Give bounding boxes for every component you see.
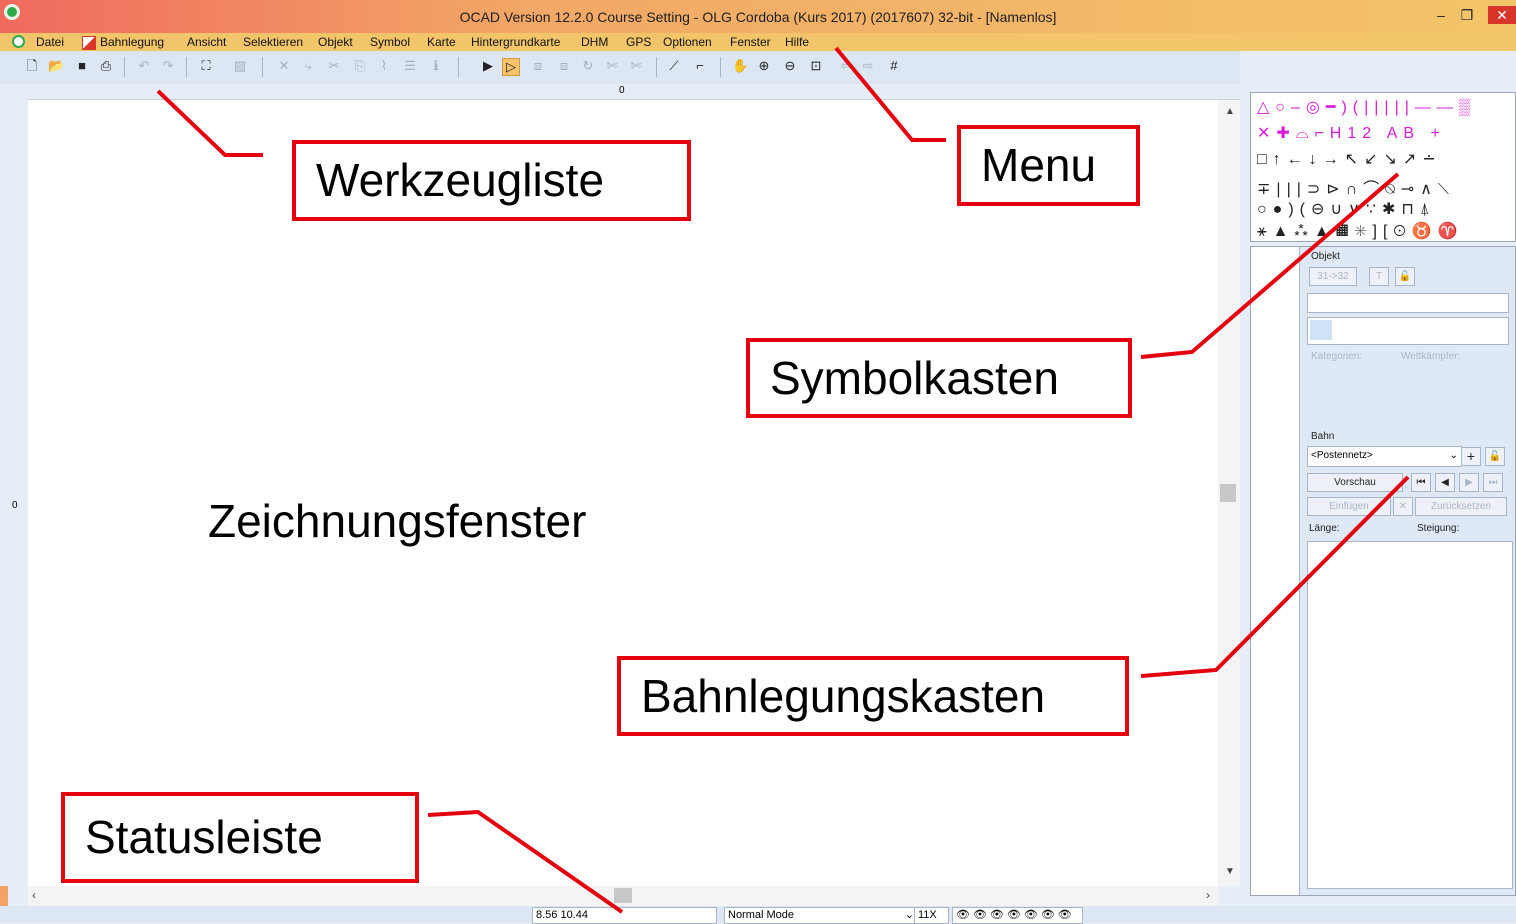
leader-line-menu	[834, 46, 946, 142]
leader-line-symbolkasten	[1140, 172, 1400, 359]
leader-line-statusleiste	[427, 809, 624, 914]
leader-line-werkzeugliste	[156, 89, 263, 157]
annotation-lines	[156, 46, 1410, 914]
leader-line-bahnlegungskasten	[1140, 475, 1410, 678]
